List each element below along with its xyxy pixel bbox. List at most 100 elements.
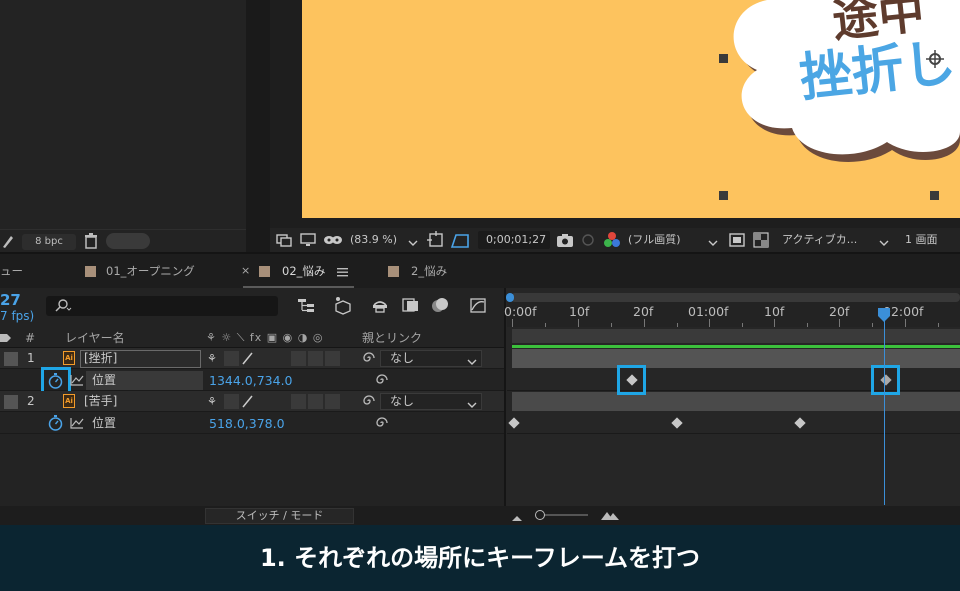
layer-number: 2: [27, 394, 35, 408]
bit-depth-button[interactable]: 8 bpc: [22, 234, 76, 250]
property-value[interactable]: 1344.0,734.0: [209, 370, 293, 391]
graph-icon[interactable]: [70, 417, 84, 432]
switch-box[interactable]: [308, 394, 323, 409]
timeline-footer: [0, 506, 960, 525]
ruler-tick: [709, 319, 710, 327]
camera-icon[interactable]: [556, 232, 574, 251]
column-number[interactable]: #: [25, 328, 35, 348]
composition-flowchart-icon[interactable]: [297, 297, 315, 316]
tab-render-queue[interactable]: ュー: [0, 263, 23, 279]
work-area-bar[interactable]: [511, 293, 960, 302]
column-parent-link[interactable]: 親とリンク: [362, 328, 422, 348]
view-layout-dropdown[interactable]: 1 画面: [905, 228, 938, 252]
shy-switch-icon[interactable]: ⚘: [207, 391, 217, 412]
switch-box[interactable]: [325, 351, 340, 366]
project-scrollbar[interactable]: [106, 233, 150, 249]
ruler-tick: [512, 319, 513, 327]
layer-color-chip[interactable]: [4, 352, 18, 366]
motion-blur-icon[interactable]: [431, 296, 449, 317]
show-snapshot-icon[interactable]: [580, 232, 596, 251]
graph-icon[interactable]: [70, 374, 84, 389]
transform-handle[interactable]: [719, 191, 728, 200]
ruler-label: 01:00f: [688, 304, 729, 319]
panel-divider[interactable]: [246, 0, 270, 252]
ruler-tick: [938, 323, 939, 327]
comp-swatch: [85, 266, 96, 277]
trash-icon[interactable]: [84, 233, 98, 252]
region-of-interest-icon[interactable]: [427, 231, 445, 252]
chevron-down-icon[interactable]: [879, 236, 889, 250]
tab-opening[interactable]: 01_オープニング: [106, 263, 195, 279]
mask-visibility-icon[interactable]: [323, 232, 343, 251]
quality-switch-icon[interactable]: [240, 394, 255, 412]
ruler-tick: [872, 323, 873, 327]
graph-editor-icon[interactable]: [469, 296, 487, 317]
composition-canvas[interactable]: 途中 挫折し: [302, 0, 960, 218]
close-icon[interactable]: ×: [241, 264, 250, 277]
switch-box[interactable]: [224, 351, 239, 366]
layer-search-input[interactable]: [46, 296, 278, 316]
hamburger-menu-icon[interactable]: [337, 266, 348, 280]
layer-number: 1: [27, 351, 35, 365]
column-layer-name[interactable]: レイヤー名: [65, 328, 125, 348]
zoom-dropdown[interactable]: (83.9 %): [350, 228, 397, 252]
toggle-switches-modes-button[interactable]: スイッチ / モード: [205, 508, 354, 524]
quality-switch-icon[interactable]: [240, 351, 255, 369]
zoom-out-icon[interactable]: [511, 511, 523, 525]
stopwatch-icon[interactable]: [48, 415, 63, 434]
frame-rate-label: 7 fps): [0, 309, 35, 323]
chevron-down-icon[interactable]: [467, 355, 477, 369]
project-panel: [0, 0, 246, 252]
draft-3d-icon[interactable]: [333, 295, 353, 318]
ruler-label: 20f: [633, 304, 654, 319]
layer-color-chip[interactable]: [4, 395, 18, 409]
pen-icon[interactable]: [1, 233, 15, 252]
pick-whip-icon[interactable]: [362, 351, 376, 368]
layer-name[interactable]: [苦手]: [84, 391, 117, 412]
tab-nayami-2[interactable]: 2_悩み: [411, 263, 447, 279]
illustrator-layer-icon: Ai: [63, 351, 75, 365]
work-area-start-handle[interactable]: [506, 293, 514, 302]
chevron-down-icon[interactable]: [467, 398, 477, 412]
resolution-dropdown[interactable]: (フル画質): [628, 228, 681, 252]
transform-handle[interactable]: [719, 54, 728, 63]
switch-box[interactable]: [325, 394, 340, 409]
tab-nayami-active[interactable]: 02_悩み: [282, 263, 325, 279]
ruler-tick: [839, 319, 840, 327]
current-time-display[interactable]: 27: [0, 291, 21, 309]
shy-switch-icon[interactable]: ⚘: [207, 348, 217, 369]
label-tag-icon[interactable]: [0, 332, 12, 347]
switch-box[interactable]: [291, 394, 306, 409]
stopwatch-icon[interactable]: [48, 373, 63, 392]
channel-icon[interactable]: [603, 231, 621, 252]
switch-box[interactable]: [291, 351, 306, 366]
column-switches-icons[interactable]: ⚘ ☼ ⟍ fx ▣ ◉ ◑ ◎: [206, 328, 323, 348]
chevron-down-icon[interactable]: [708, 236, 718, 250]
switch-box[interactable]: [308, 351, 323, 366]
switch-box[interactable]: [224, 394, 239, 409]
checkerboard-icon[interactable]: [753, 232, 769, 251]
anchor-point-icon[interactable]: [926, 50, 944, 71]
frame-blending-icon[interactable]: [402, 297, 420, 316]
transparency-grid-icon[interactable]: [450, 231, 470, 252]
expression-pick-whip-icon[interactable]: [375, 373, 389, 390]
ruler-label: 0:00f: [504, 304, 537, 319]
render-status-bar: [512, 345, 960, 348]
monitor-icon[interactable]: [300, 232, 316, 251]
ruler-label: 10f: [764, 304, 785, 319]
playhead-line[interactable]: [884, 309, 885, 505]
zoom-slider-thumb[interactable]: [535, 510, 545, 520]
property-value[interactable]: 518.0,378.0: [209, 413, 285, 434]
composition-range-bar: [512, 329, 960, 343]
fast-preview-icon[interactable]: [729, 232, 745, 251]
transform-handle[interactable]: [930, 191, 939, 200]
chevron-down-icon[interactable]: [408, 236, 418, 250]
playhead-handle[interactable]: [877, 307, 891, 323]
ruler-label: 20f: [829, 304, 850, 319]
zoom-in-icon[interactable]: [600, 509, 620, 524]
expression-pick-whip-icon[interactable]: [375, 416, 389, 433]
snapshot-icon[interactable]: [276, 232, 292, 251]
camera-view-dropdown[interactable]: アクティブカ...: [782, 228, 857, 252]
pick-whip-icon[interactable]: [362, 394, 376, 411]
shy-layers-icon[interactable]: [371, 297, 389, 316]
